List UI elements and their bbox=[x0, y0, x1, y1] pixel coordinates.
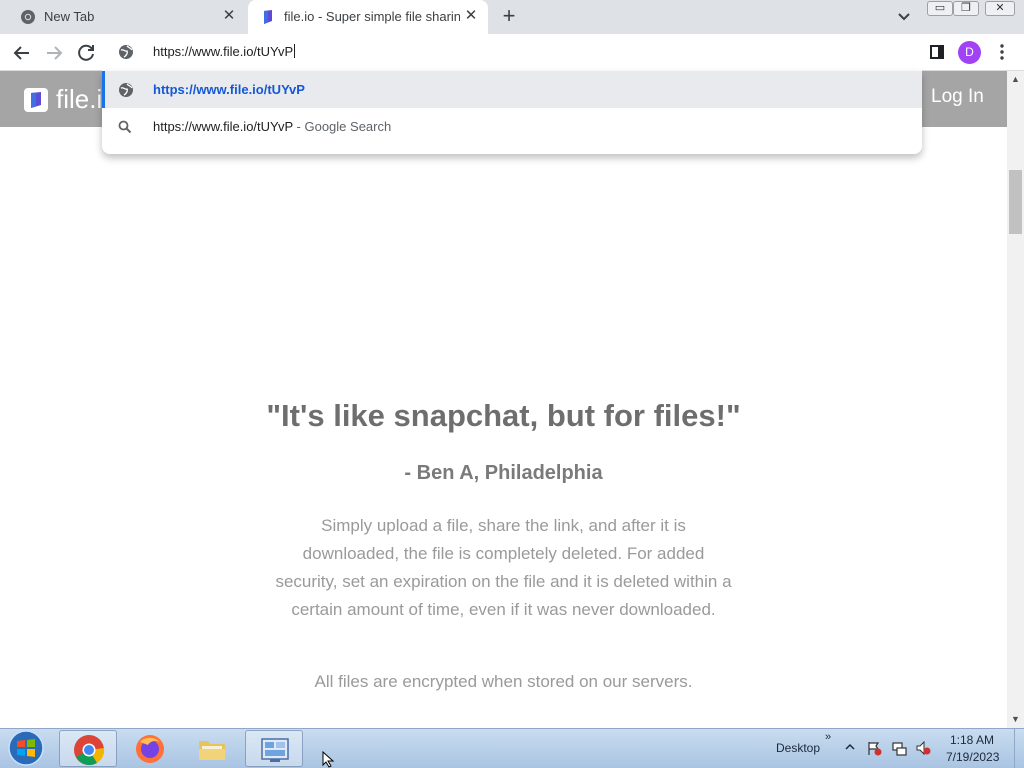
address-bar-text[interactable]: https://www.file.io/tUYvP bbox=[153, 44, 296, 59]
testimonial-attribution: - Ben A, Philadelphia bbox=[404, 462, 603, 484]
tab-title: New Tab bbox=[44, 9, 95, 24]
suggestion-search[interactable]: https://www.file.io/tUYvP - Google Searc… bbox=[102, 108, 922, 145]
taskbar-firefox[interactable] bbox=[121, 730, 179, 767]
reload-icon[interactable] bbox=[74, 41, 98, 65]
globe-icon bbox=[119, 83, 133, 97]
desktop-toolbar-label[interactable]: Desktop bbox=[776, 741, 820, 755]
control-panel-icon bbox=[261, 738, 289, 762]
taskbar-explorer[interactable] bbox=[183, 730, 241, 767]
login-link[interactable]: Log In bbox=[931, 86, 984, 108]
scroll-down-arrow-icon[interactable]: ▼ bbox=[1011, 714, 1020, 724]
suggestion-suffix: - Google Search bbox=[292, 119, 392, 134]
tab-close-button[interactable]: ✕ bbox=[462, 7, 480, 25]
fileio-icon bbox=[264, 10, 272, 24]
back-icon[interactable] bbox=[10, 41, 34, 65]
show-desktop-button[interactable] bbox=[1014, 729, 1024, 768]
volume-muted-icon[interactable] bbox=[915, 740, 931, 756]
network-icon[interactable] bbox=[891, 740, 907, 756]
chevron-down-icon[interactable] bbox=[895, 8, 913, 26]
restore-button[interactable]: ❐ bbox=[953, 1, 979, 16]
start-button-icon[interactable] bbox=[6, 729, 46, 767]
folder-icon bbox=[199, 741, 225, 760]
taskbar-control-panel[interactable] bbox=[245, 730, 303, 767]
suggestion-text: https://www.file.io/tUYvP bbox=[153, 82, 305, 97]
search-icon bbox=[118, 120, 132, 134]
scrollbar-thumb[interactable] bbox=[1009, 170, 1022, 234]
fileio-logo-icon[interactable] bbox=[24, 88, 48, 112]
scroll-up-arrow-icon[interactable]: ▲ bbox=[1011, 74, 1020, 84]
globe-icon bbox=[119, 45, 133, 59]
taskbar-chrome[interactable] bbox=[59, 730, 117, 767]
clock-time[interactable]: 1:18 AM bbox=[950, 733, 994, 747]
menu-dots-icon[interactable] bbox=[996, 43, 1008, 61]
profile-avatar[interactable]: D bbox=[958, 41, 981, 64]
text-caret bbox=[294, 44, 296, 58]
encryption-note: All files are encrypted when stored on o… bbox=[314, 672, 693, 691]
service-description: Simply upload a file, share the link, an… bbox=[275, 516, 732, 619]
toolbar-expand-icon[interactable]: » bbox=[825, 731, 831, 743]
tab-fileio[interactable]: file.io - Super simple file sharing ✕ bbox=[248, 0, 488, 34]
suggestion-url[interactable]: https://www.file.io/tUYvP bbox=[102, 71, 922, 108]
minimize-button[interactable]: ▭ bbox=[927, 1, 953, 16]
firefox-icon bbox=[136, 735, 164, 763]
chrome-icon bbox=[74, 735, 105, 766]
chrome-icon bbox=[21, 10, 35, 24]
close-window-button[interactable]: ✕ bbox=[985, 1, 1015, 16]
tab-close-button[interactable]: ✕ bbox=[220, 7, 238, 25]
testimonial-quote: "It's like snapchat, but for files!" bbox=[266, 398, 741, 433]
action-center-flag-icon[interactable] bbox=[866, 740, 882, 756]
suggestion-query: https://www.file.io/tUYvP bbox=[153, 119, 293, 134]
side-panel-icon[interactable] bbox=[929, 44, 945, 60]
tab-strip: New Tab ✕ file.io - Super simple file sh… bbox=[0, 0, 1024, 34]
tab-new-tab[interactable]: New Tab ✕ bbox=[8, 0, 246, 34]
forward-icon[interactable] bbox=[42, 41, 66, 65]
mouse-cursor-icon bbox=[322, 751, 335, 768]
tray-expand-icon[interactable] bbox=[845, 742, 855, 752]
suggestion-text: https://www.file.io/tUYvP - Google Searc… bbox=[153, 119, 391, 134]
omnibox-suggestions: https://www.file.io/tUYvP https://www.fi… bbox=[102, 71, 922, 154]
tab-title: file.io - Super simple file sharing bbox=[284, 9, 460, 24]
new-tab-button[interactable]: + bbox=[498, 5, 520, 28]
clock-date[interactable]: 7/19/2023 bbox=[946, 750, 999, 764]
address-value: https://www.file.io/tUYvP bbox=[153, 44, 294, 59]
